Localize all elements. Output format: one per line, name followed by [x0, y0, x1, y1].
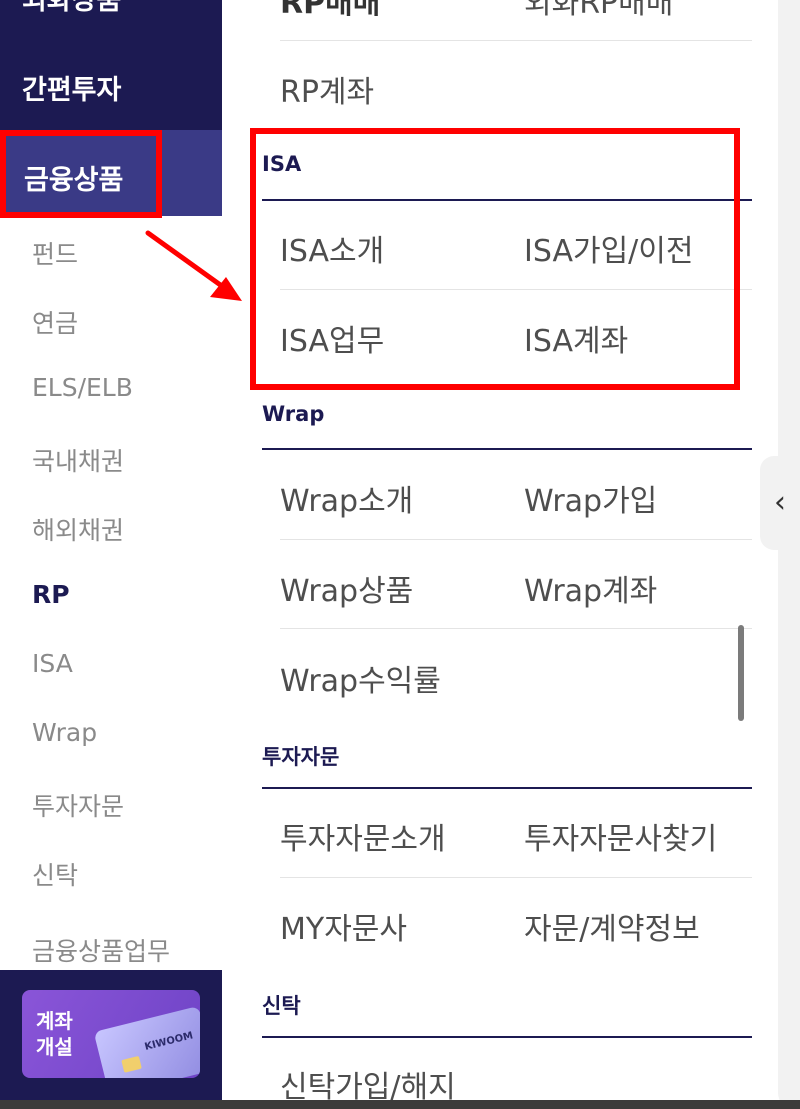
sidebar-subitem-advisory[interactable]: 투자자문 [32, 787, 124, 823]
sidebar-subitem-wrap[interactable]: Wrap [32, 718, 97, 747]
link-rp-trade[interactable]: RP매매 [280, 0, 380, 22]
sidebar-subitem-rp[interactable]: RP [32, 580, 70, 609]
section-divider [262, 787, 752, 789]
link-wrap-returns[interactable]: Wrap수익률 [280, 656, 441, 700]
sidebar-item-simple-invest[interactable]: 간편투자 [22, 68, 121, 107]
row-divider [280, 40, 752, 41]
link-wrap-products[interactable]: Wrap상품 [280, 566, 413, 610]
link-wrap-account[interactable]: Wrap계좌 [524, 566, 657, 610]
sidebar-subitem-fund[interactable]: 펀드 [32, 235, 78, 271]
open-account-button[interactable]: 계좌 개설 KIWOOM [22, 990, 200, 1078]
bottom-bar [0, 1100, 800, 1109]
sidebar-subitem-product-work[interactable]: 금융상품업무 [32, 932, 170, 968]
row-divider [280, 877, 752, 878]
row-divider [280, 628, 752, 629]
sidebar-subitem-isa[interactable]: ISA [32, 649, 73, 678]
credit-card-icon: KIWOOM [93, 1005, 200, 1078]
annotation-box-financial-products [0, 130, 162, 218]
link-rp-account[interactable]: RP계좌 [280, 67, 374, 111]
link-fx-rp-trade[interactable]: 외화RP매매 [524, 0, 673, 22]
right-edge-panel [778, 0, 800, 1109]
open-account-label-line2: 개설 [36, 1035, 73, 1059]
annotation-box-isa-section [250, 128, 740, 390]
open-account-label-line1: 계좌 [36, 1009, 73, 1033]
chevron-left-icon[interactable]: ‹ [760, 456, 800, 550]
arrow-icon [145, 230, 242, 301]
link-wrap-intro[interactable]: Wrap소개 [280, 476, 413, 520]
sidebar-subitem-els-elb[interactable]: ELS/ELB [32, 373, 133, 402]
link-wrap-join[interactable]: Wrap가입 [524, 476, 657, 520]
sidebar-top-section: 외화상품 간편투자 [0, 0, 232, 130]
section-title-advisory: 투자자문 [262, 745, 340, 769]
sidebar-subitem-trust[interactable]: 신탁 [32, 856, 78, 892]
sidebar-subitem-overseas-bond[interactable]: 해외채권 [32, 511, 124, 547]
sidebar-subitem-domestic-bond[interactable]: 국내채권 [32, 442, 124, 478]
row-divider [280, 539, 752, 540]
sidebar-subitem-pension[interactable]: 연금 [32, 304, 78, 340]
section-divider [262, 1036, 752, 1038]
link-find-advisor[interactable]: 투자자문사찾기 [524, 814, 717, 858]
section-divider [262, 448, 752, 450]
scrollbar-thumb[interactable] [738, 625, 744, 721]
link-advisory-contract[interactable]: 자문/계약정보 [524, 904, 700, 948]
link-my-advisor[interactable]: MY자문사 [280, 904, 407, 948]
section-title-trust: 신탁 [262, 994, 301, 1018]
open-account-label: 계좌 개설 [36, 1008, 73, 1060]
card-chip-icon [121, 1055, 142, 1073]
link-advisory-intro[interactable]: 투자자문소개 [280, 814, 446, 858]
section-title-wrap: Wrap [262, 402, 325, 426]
card-brand: KIWOOM [143, 1030, 195, 1053]
sidebar-item-fx-products[interactable]: 외화상품 [22, 0, 121, 17]
